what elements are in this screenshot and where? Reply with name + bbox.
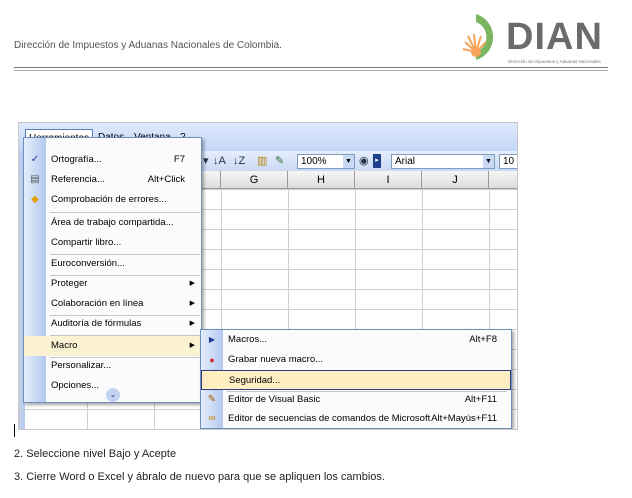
submenu-arrow-icon: ▶ xyxy=(189,342,195,349)
sort-descending-icon[interactable]: ↓Z xyxy=(233,154,245,168)
step-2-level: Bajo xyxy=(108,448,131,460)
menu-item-ortografia[interactable]: ✓ Ortografía... F7 xyxy=(24,150,201,170)
toolbar-options-icon[interactable]: ▸ xyxy=(373,154,381,168)
drawing-icon[interactable]: ✎ xyxy=(275,154,284,168)
submenu-item-visual-basic[interactable]: ✎ Editor de Visual Basic Alt+F11 xyxy=(201,390,511,410)
header-rule xyxy=(14,67,608,68)
column-header-j[interactable]: J xyxy=(422,171,489,189)
column-header-f[interactable] xyxy=(201,171,221,189)
menu-item-euroconversion[interactable]: Euroconversión... xyxy=(24,254,201,274)
submenu-item-script-editor[interactable]: ∞ Editor de secuencias de comandos de Mi… xyxy=(201,409,511,429)
submenu-item-seguridad[interactable]: Seguridad... xyxy=(201,370,511,390)
expand-menu-icon[interactable]: ⌄ xyxy=(106,388,120,402)
help-icon[interactable]: ◉ xyxy=(359,154,369,168)
menu-item-comprobacion-errores[interactable]: ◆ Comprobación de errores... xyxy=(24,190,201,210)
zoom-dropdown-icon[interactable]: ▼ xyxy=(343,155,354,168)
zoom-value: 100% xyxy=(301,156,327,167)
submenu-arrow-icon: ▶ xyxy=(189,320,195,327)
menu-item-proteger[interactable]: Proteger ▶ xyxy=(24,274,201,294)
macro-submenu: ▶ Macros... Alt+F8 ● Grabar nueva macro.… xyxy=(200,329,512,429)
play-icon: ▶ xyxy=(208,335,216,344)
submenu-arrow-icon: ▶ xyxy=(189,300,195,307)
column-headers: G H I J xyxy=(201,171,517,189)
menu-item-colaboracion[interactable]: Colaboración en línea ▶ xyxy=(24,294,201,314)
column-header-g[interactable]: G xyxy=(221,171,288,189)
font-size-value: 10 xyxy=(503,156,515,167)
dropdown-arrow-icon[interactable]: ▾ xyxy=(203,154,209,168)
research-icon: ▤ xyxy=(30,174,40,185)
font-dropdown-icon[interactable]: ▼ xyxy=(483,155,494,168)
sort-ascending-icon[interactable]: ↓A xyxy=(213,154,226,168)
submenu-item-macros[interactable]: ▶ Macros... Alt+F8 xyxy=(201,330,511,350)
submenu-arrow-icon: ▶ xyxy=(189,280,195,287)
column-header-h[interactable]: H xyxy=(288,171,355,189)
column-header-i[interactable]: I xyxy=(355,171,422,189)
dian-emblem-icon xyxy=(462,14,494,60)
error-check-icon: ◆ xyxy=(31,194,39,205)
font-select[interactable]: Arial ▼ xyxy=(391,154,495,169)
logo-subtext: Dirección de Impuestos y Aduanas Naciona… xyxy=(508,59,601,64)
menu-item-compartir-libro[interactable]: Compartir libro... xyxy=(24,233,201,253)
chart-wizard-icon[interactable]: ▥ xyxy=(257,154,267,168)
excel-screenshot: Herramientas Datos Ventana ? ▾ ↓A ↓Z ▥ ✎… xyxy=(18,122,518,430)
formatting-toolbar: ▾ ↓A ↓Z ▥ ✎ 100% ▼ ◉ ▸ Arial ▼ 10 xyxy=(201,151,517,171)
vb-editor-icon: ✎ xyxy=(207,394,217,405)
step-2: 2. Seleccione nivel Bajo y Acepte xyxy=(14,448,177,460)
record-icon: ● xyxy=(209,355,215,365)
menu-item-macro[interactable]: Macro ▶ xyxy=(24,336,201,356)
logo-word: DIAN xyxy=(506,16,603,58)
font-size-select[interactable]: 10 xyxy=(499,154,517,169)
submenu-item-grabar-macro[interactable]: ● Grabar nueva macro... xyxy=(201,350,511,370)
text-cursor xyxy=(14,424,15,437)
step-3: 3. Cierre Word o Excel y ábralo de nuevo… xyxy=(14,471,385,483)
spellcheck-icon: ✓ xyxy=(30,154,40,165)
organization-name: Dirección de Impuestos y Aduanas Naciona… xyxy=(14,40,282,51)
menu-item-referencia[interactable]: ▤ Referencia... Alt+Click xyxy=(24,170,201,190)
zoom-select[interactable]: 100% ▼ xyxy=(297,154,355,169)
header-rule-secondary xyxy=(14,70,608,71)
herramientas-menu: ✓ Ortografía... F7 ▤ Referencia... Alt+C… xyxy=(23,137,202,403)
script-editor-icon: ∞ xyxy=(208,413,216,424)
menu-item-auditoria[interactable]: Auditoría de fórmulas ▶ xyxy=(24,314,201,334)
menu-item-personalizar[interactable]: Personalizar... xyxy=(24,356,201,376)
dian-logo: DIAN Dirección de Impuestos y Aduanas Na… xyxy=(462,10,612,66)
font-value: Arial xyxy=(395,156,416,167)
menu-item-area-trabajo[interactable]: Área de trabajo compartida... xyxy=(24,213,201,233)
